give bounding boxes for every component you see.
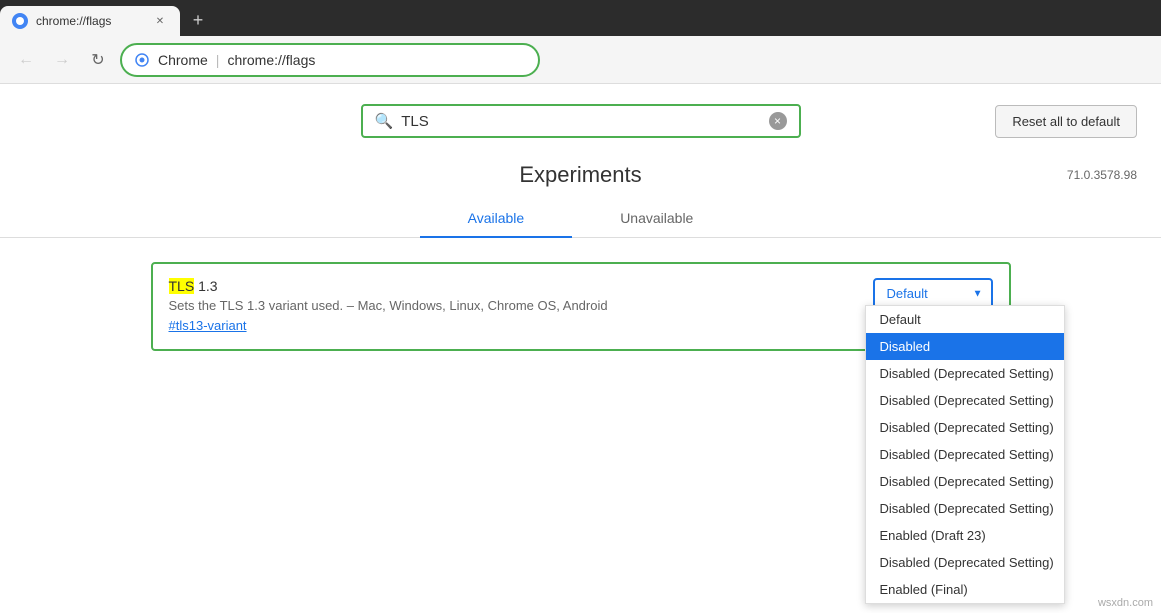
dropdown-option-disabled-deprecated-5[interactable]: Disabled (Deprecated Setting) xyxy=(866,468,1064,495)
flag-name-highlight: TLS xyxy=(169,278,195,294)
address-divider: | xyxy=(216,52,220,68)
tab-favicon xyxy=(12,13,28,29)
site-name: Chrome xyxy=(158,52,208,68)
dropdown-option-disabled-deprecated-3[interactable]: Disabled (Deprecated Setting) xyxy=(866,414,1064,441)
dropdown-menu: Default Disabled Disabled (Deprecated Se… xyxy=(865,305,1065,604)
dropdown-option-enabled-draft-23[interactable]: Enabled (Draft 23) xyxy=(866,522,1064,549)
tabs-bar: Available Unavailable xyxy=(0,200,1161,238)
site-icon xyxy=(134,52,150,68)
search-icon: 🔍 xyxy=(375,112,394,130)
footer-watermark: wsxdn.com xyxy=(1098,597,1153,609)
tab-bar: chrome://flags ✕ + xyxy=(0,0,1161,36)
back-button[interactable]: ← xyxy=(12,46,40,74)
dropdown-current-value: Default xyxy=(887,286,928,301)
flag-info: TLS 1.3 Sets the TLS 1.3 variant used. –… xyxy=(169,278,849,335)
address-bar[interactable]: Chrome | chrome://flags xyxy=(120,43,540,77)
dropdown-option-disabled-deprecated-7[interactable]: Disabled (Deprecated Setting) xyxy=(866,549,1064,576)
address-url: chrome://flags xyxy=(227,52,315,68)
flag-anchor-link[interactable]: #tls13-variant xyxy=(169,318,247,333)
experiments-header: Experiments 71.0.3578.98 xyxy=(0,154,1161,192)
dropdown-option-disabled-deprecated-6[interactable]: Disabled (Deprecated Setting) xyxy=(866,495,1064,522)
version-number: 71.0.3578.98 xyxy=(1067,168,1137,182)
flag-item-tls13: TLS 1.3 Sets the TLS 1.3 variant used. –… xyxy=(151,262,1011,351)
tab-close-button[interactable]: ✕ xyxy=(152,13,168,29)
tab-available[interactable]: Available xyxy=(420,200,573,238)
dropdown-option-default[interactable]: Default xyxy=(866,306,1064,333)
search-box: 🔍 × xyxy=(361,104,801,138)
search-input[interactable] xyxy=(401,113,760,130)
new-tab-button[interactable]: + xyxy=(184,6,212,34)
forward-button[interactable]: → xyxy=(48,46,76,74)
tab-title: chrome://flags xyxy=(36,14,144,28)
dropdown-option-disabled-deprecated-4[interactable]: Disabled (Deprecated Setting) xyxy=(866,441,1064,468)
tab-unavailable[interactable]: Unavailable xyxy=(572,200,741,238)
active-tab[interactable]: chrome://flags ✕ xyxy=(0,6,180,36)
page-content: 🔍 × Reset all to default Experiments 71.… xyxy=(0,84,1161,613)
dropdown-option-disabled[interactable]: Disabled xyxy=(866,333,1064,360)
experiments-content: A☼PPUALS TLS 1.3 Sets the TLS 1.3 varian… xyxy=(0,246,1161,379)
refresh-button[interactable]: ↻ xyxy=(84,46,112,74)
search-area: 🔍 × Reset all to default xyxy=(0,84,1161,154)
dropdown-option-disabled-deprecated-1[interactable]: Disabled (Deprecated Setting) xyxy=(866,360,1064,387)
experiments-title: Experiments xyxy=(519,162,641,188)
flag-name: TLS 1.3 xyxy=(169,278,849,294)
flag-name-suffix: 1.3 xyxy=(194,278,217,294)
search-clear-button[interactable]: × xyxy=(769,112,787,130)
dropdown-arrow-icon: ▼ xyxy=(973,288,983,299)
nav-bar: ← → ↻ Chrome | chrome://flags xyxy=(0,36,1161,84)
flag-description: Sets the TLS 1.3 variant used. – Mac, Wi… xyxy=(169,298,849,313)
dropdown-option-disabled-deprecated-2[interactable]: Disabled (Deprecated Setting) xyxy=(866,387,1064,414)
browser-frame: chrome://flags ✕ + ← → ↻ Chrome | chrome… xyxy=(0,0,1161,613)
reset-all-button[interactable]: Reset all to default xyxy=(995,105,1137,138)
dropdown-container: Default ▼ Default Disabled Disabled (Dep… xyxy=(873,278,993,309)
dropdown-option-enabled-final[interactable]: Enabled (Final) xyxy=(866,576,1064,603)
